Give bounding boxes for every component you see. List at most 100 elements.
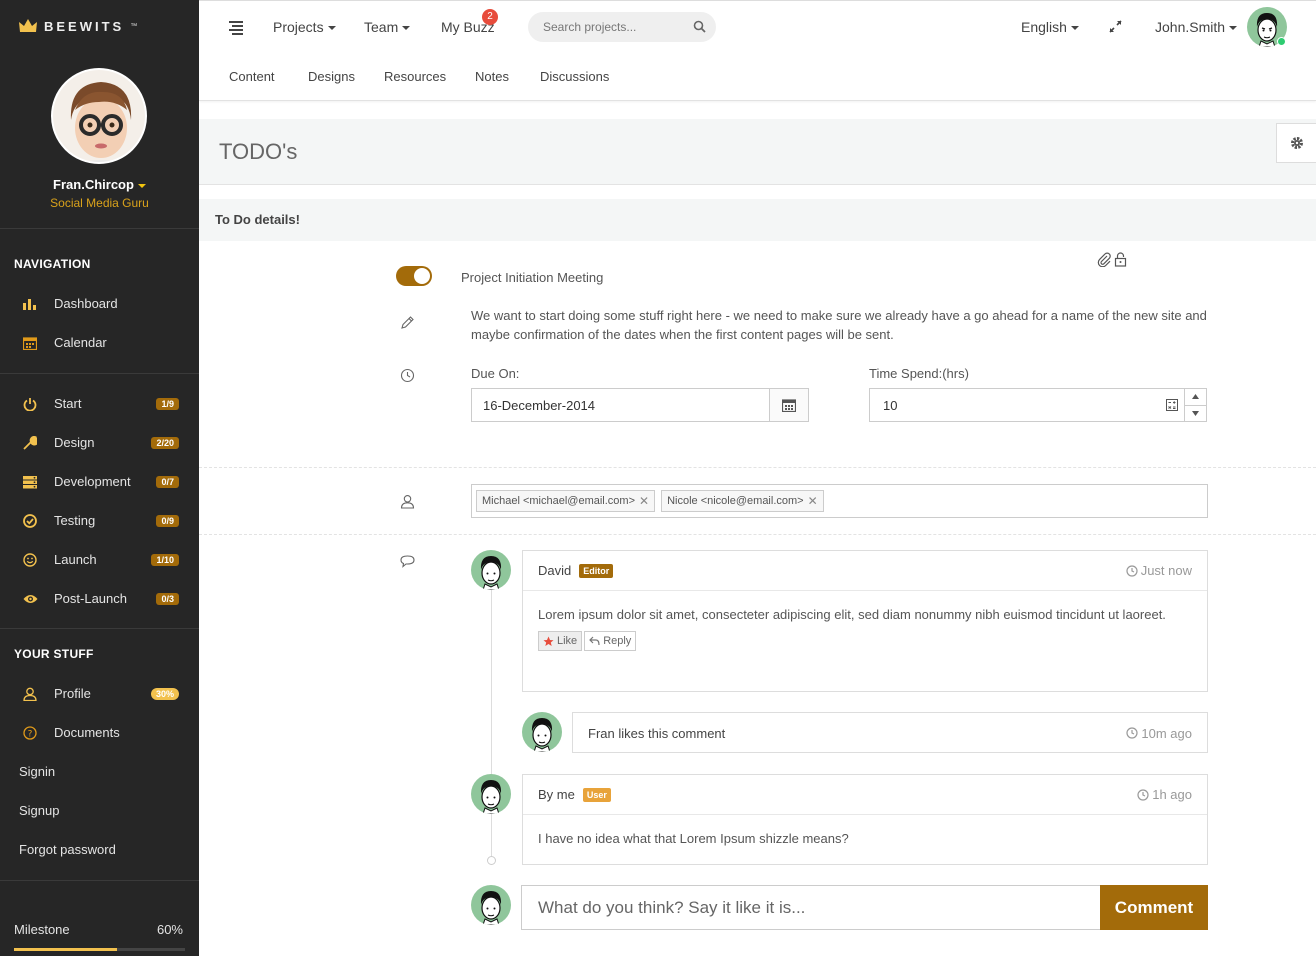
pencil-icon [401, 316, 414, 329]
comment-avatar[interactable] [471, 774, 511, 814]
nav-signin[interactable]: Signin [19, 764, 55, 779]
toggle-knob [414, 268, 430, 284]
role-badge: Editor [579, 563, 614, 578]
activity-text: Fran likes this comment [588, 725, 726, 741]
like-button[interactable]: Like [538, 631, 583, 651]
milestone-progress-fill [14, 948, 117, 951]
comment-time-text: 1h ago [1152, 787, 1192, 802]
settings-button[interactable] [1276, 123, 1316, 163]
nav-phase-development[interactable]: Development 0/7 [0, 462, 199, 501]
activity-header: Fran likes this comment 10m ago [573, 713, 1207, 753]
comment-input[interactable] [521, 885, 1101, 930]
sidebar: BEEWITS ™ Fran.Chircop Social Media Guru … [0, 0, 199, 956]
decrement-button[interactable] [1185, 406, 1206, 422]
buzz-count-badge: 2 [482, 9, 498, 25]
calculator-icon[interactable] [1160, 389, 1184, 421]
tab-discussions[interactable]: Discussions [540, 69, 609, 84]
lock-open-icon[interactable] [1114, 252, 1127, 267]
caret-down-icon [1192, 410, 1199, 416]
nav-dashboard[interactable]: Dashboard [0, 284, 199, 323]
team-menu-label: Team [364, 19, 399, 35]
comment-avatar[interactable] [471, 550, 511, 590]
tab-content[interactable]: Content [229, 69, 275, 84]
caret-down-icon [1070, 26, 1079, 31]
panel-title: To Do details! [199, 199, 1316, 241]
profile-name-toggle[interactable]: Fran.Chircop [0, 177, 199, 192]
phase-progress-badge: 2/20 [151, 436, 179, 449]
assignees-input[interactable]: Michael <michael@email.com> ✕ Nicole <nic… [471, 484, 1208, 518]
nav-phase-label: Post-Launch [54, 591, 127, 606]
calendar-icon [22, 335, 38, 351]
time-spend-input[interactable] [870, 389, 1160, 421]
divider [0, 228, 199, 229]
nav-dashboard-label: Dashboard [54, 296, 118, 311]
nav-calendar[interactable]: Calendar [0, 323, 199, 362]
comment-icon [400, 555, 415, 568]
due-date-field [471, 388, 809, 422]
tab-designs[interactable]: Designs [308, 69, 355, 84]
nav-forgot-password[interactable]: Forgot password [19, 842, 116, 857]
remove-tag-icon[interactable]: ✕ [808, 494, 818, 508]
phase-progress-badge: 0/3 [156, 592, 179, 605]
search-input[interactable] [543, 20, 683, 34]
comment-author[interactable]: By me [538, 787, 575, 802]
fullscreen-icon[interactable] [1109, 20, 1122, 33]
phase-progress-badge: 0/7 [156, 475, 179, 488]
paperclip-icon[interactable] [1097, 252, 1112, 267]
clock-icon [1137, 788, 1149, 801]
page-header: TODO's [199, 119, 1316, 185]
comment-button[interactable]: Comment [1100, 885, 1208, 930]
profile-role: Social Media Guru [50, 196, 149, 210]
comment-time-text: 10m ago [1141, 725, 1192, 741]
nav-profile[interactable]: Profile 30% [0, 674, 199, 713]
face-icon [480, 556, 502, 590]
profile-completion-badge: 30% [150, 687, 179, 700]
nav-phase-label: Design [54, 435, 95, 450]
calendar-icon [782, 399, 796, 412]
divider [0, 880, 199, 881]
assignee-name: Michael <michael@email.com> [482, 495, 636, 507]
todo-enabled-toggle[interactable] [396, 266, 432, 286]
nav-phase-design[interactable]: Design 2/20 [0, 423, 199, 462]
nav-documents[interactable]: ? Documents [0, 713, 199, 752]
due-date-input[interactable] [472, 389, 769, 421]
clock-icon [400, 368, 415, 383]
menu-toggle-icon[interactable] [229, 21, 243, 35]
date-picker-button[interactable] [769, 389, 808, 421]
comment-time: 10m ago [1126, 726, 1192, 741]
nav-phase-launch[interactable]: Launch 1/10 [0, 540, 199, 579]
comment-author[interactable]: David [538, 563, 571, 578]
increment-button[interactable] [1185, 389, 1206, 406]
nav-phase-start[interactable]: Start 1/9 [0, 384, 199, 423]
profile-avatar[interactable] [51, 68, 147, 164]
comment-time: Just now [1126, 563, 1192, 578]
nav-phase-label: Testing [54, 513, 96, 528]
divider [0, 373, 199, 374]
comment-avatar[interactable] [522, 712, 562, 752]
brand-logo[interactable]: BEEWITS ™ [18, 14, 137, 38]
nav-phase-post-launch[interactable]: Post-Launch 0/3 [0, 579, 199, 618]
nav-signup[interactable]: Signup [19, 803, 59, 818]
team-menu[interactable]: Team [364, 19, 411, 35]
caret-down-icon [137, 183, 146, 188]
brand-name: BEEWITS [44, 18, 125, 34]
user-menu[interactable]: John.Smith [1155, 19, 1238, 35]
reply-button[interactable]: Reply [584, 631, 637, 651]
composer-avatar [471, 885, 511, 925]
projects-menu[interactable]: Projects [273, 19, 336, 35]
projects-menu-label: Projects [273, 19, 324, 35]
remove-tag-icon[interactable]: ✕ [639, 494, 649, 508]
comment-time: 1h ago [1137, 787, 1192, 802]
reply-icon [589, 636, 600, 646]
tab-notes[interactable]: Notes [475, 69, 509, 84]
clock-icon [1126, 564, 1138, 577]
comment-text: Lorem ipsum dolor sit amet, consecteter … [538, 607, 1166, 622]
tab-resources[interactable]: Resources [384, 69, 446, 84]
face-icon [480, 780, 502, 814]
language-selector[interactable]: English [1021, 19, 1079, 35]
nav-phase-testing[interactable]: Testing 0/9 [0, 501, 199, 540]
caret-down-icon [1229, 26, 1238, 31]
search-icon[interactable] [693, 20, 706, 33]
profile-photo [53, 70, 145, 162]
comment-timeline [491, 590, 492, 860]
